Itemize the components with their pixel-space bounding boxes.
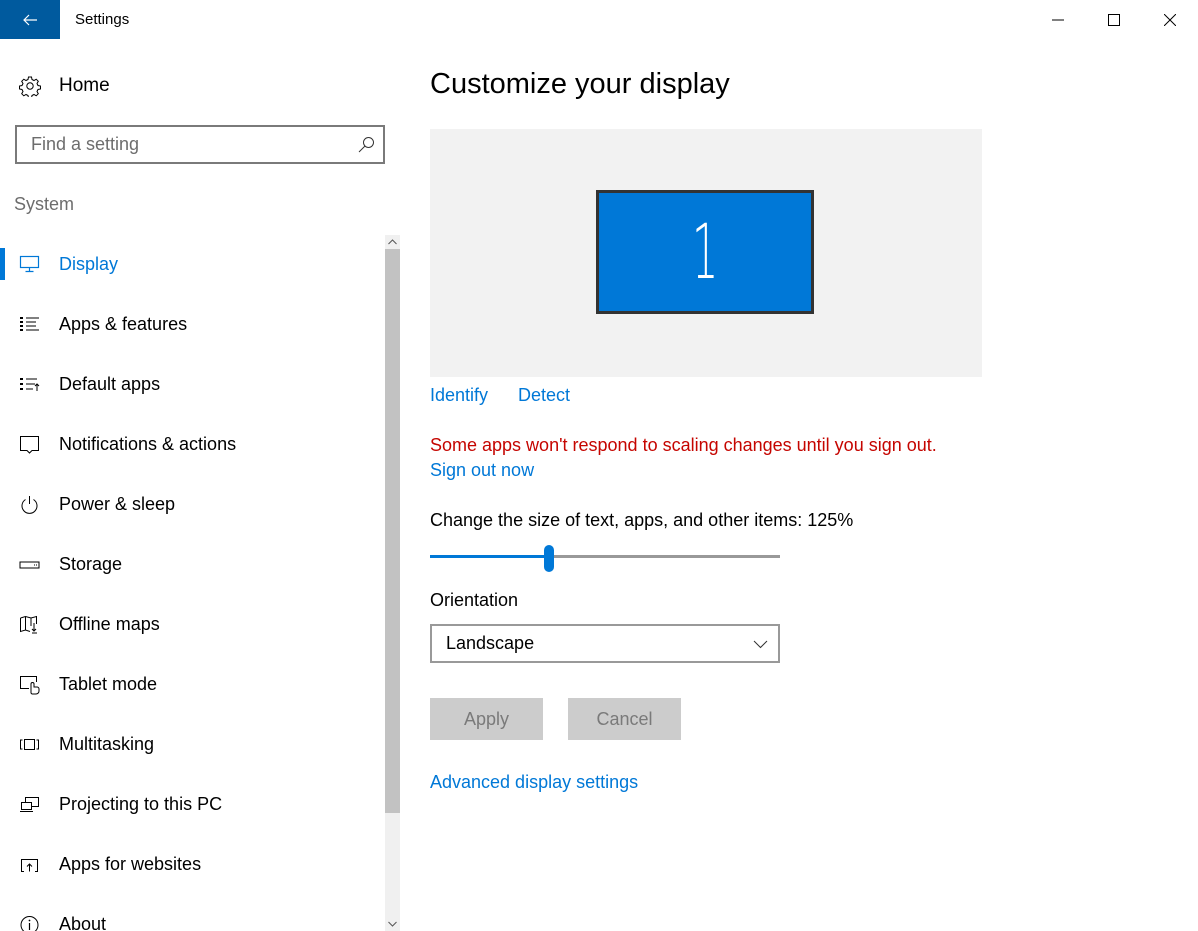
sidebar-item-default-apps[interactable]: Default apps (0, 355, 384, 415)
sidebar-item-notifications[interactable]: Notifications & actions (0, 415, 384, 475)
sidebar-item-tablet-mode[interactable]: Tablet mode (0, 655, 384, 715)
chevron-down-icon (753, 640, 768, 649)
sidebar-item-label: Storage (59, 554, 123, 574)
cancel-button[interactable]: Cancel (568, 698, 681, 740)
orientation-dropdown[interactable]: Landscape (430, 624, 780, 663)
back-arrow-icon (23, 14, 37, 25)
chevron-up-icon (388, 239, 397, 245)
scroll-thumb[interactable] (385, 249, 400, 813)
monitor-number: 1 (691, 207, 719, 296)
apps-for-websites-icon (21, 859, 38, 872)
sidebar-home[interactable]: Home (0, 66, 380, 106)
gear-icon (19, 76, 41, 97)
sidebar-item-apps-for-websites[interactable]: Apps for websites (0, 835, 384, 895)
sidebar-item-projecting[interactable]: Projecting to this PC (0, 775, 384, 835)
back-button[interactable] (0, 0, 60, 39)
slider-thumb[interactable] (544, 545, 554, 572)
sidebar-item-apps-features[interactable]: Apps & features (0, 295, 384, 355)
apply-button[interactable]: Apply (430, 698, 543, 740)
orientation-value: Landscape (446, 633, 535, 653)
search-icon[interactable] (358, 136, 375, 153)
sidebar-item-offline-maps[interactable]: Offline maps (0, 595, 384, 655)
info-icon (20, 916, 39, 931)
power-icon (21, 496, 38, 514)
sidebar-item-label: Notifications & actions (59, 434, 237, 454)
search-box (15, 125, 385, 164)
scale-label: Change the size of text, apps, and other… (430, 510, 854, 530)
sidebar-item-label: Projecting to this PC (59, 794, 223, 814)
sidebar-item-display[interactable]: Display (0, 235, 384, 295)
monitor-icon (19, 255, 40, 273)
sidebar-item-label: Tablet mode (59, 674, 158, 694)
notification-icon (20, 436, 39, 454)
sidebar-home-label: Home (59, 75, 110, 96)
minimize-button[interactable] (1030, 0, 1086, 39)
sidebar-nav: Display Apps & features Default apps Not… (0, 235, 384, 931)
maximize-icon (1108, 13, 1120, 26)
sidebar-item-multitasking[interactable]: Multitasking (0, 715, 384, 775)
minimize-icon (1052, 19, 1064, 20)
scroll-up-button[interactable] (385, 235, 400, 249)
identify-link[interactable]: Identify (430, 385, 488, 406)
chevron-down-icon (388, 921, 397, 927)
sidebar-item-label: Power & sleep (59, 494, 176, 514)
sidebar-item-label: Display (59, 254, 119, 274)
display-arrangement-area: 1 (430, 129, 982, 377)
sidebar-item-label: About (59, 914, 107, 931)
active-indicator (0, 248, 5, 280)
sidebar-item-label: Offline maps (59, 614, 160, 634)
sidebar-item-about[interactable]: About (0, 895, 384, 931)
page-title: Customize your display (430, 68, 730, 100)
app-title: Settings (75, 11, 130, 28)
sidebar-item-power-sleep[interactable]: Power & sleep (0, 475, 384, 535)
sign-out-link[interactable]: Sign out now (430, 460, 534, 481)
sidebar-item-label: Apps & features (59, 314, 188, 334)
scaling-warning: Some apps won't respond to scaling chang… (430, 435, 937, 455)
maximize-button[interactable] (1086, 0, 1142, 39)
section-label-system: System (14, 194, 75, 214)
orientation-label: Orientation (430, 590, 519, 610)
list-icon (20, 317, 39, 331)
search-input[interactable] (17, 127, 347, 162)
scroll-down-button[interactable] (385, 917, 400, 931)
sidebar-scrollbar[interactable] (385, 235, 400, 931)
sidebar-item-label: Apps for websites (59, 854, 202, 874)
slider-fill (430, 555, 549, 558)
title-bar: Settings (0, 0, 1198, 39)
monitor-tile[interactable]: 1 (596, 190, 814, 314)
detect-link[interactable]: Detect (518, 385, 570, 406)
advanced-display-settings-link[interactable]: Advanced display settings (430, 772, 638, 793)
sidebar-item-storage[interactable]: Storage (0, 535, 384, 595)
projecting-icon (20, 797, 39, 812)
tablet-mode-icon (20, 676, 40, 695)
multitasking-icon (20, 739, 39, 750)
scale-slider[interactable] (430, 545, 780, 572)
sidebar-item-label: Multitasking (59, 734, 155, 754)
close-icon (1164, 13, 1176, 26)
default-apps-icon (20, 378, 40, 391)
storage-icon (19, 561, 40, 569)
close-button[interactable] (1142, 0, 1198, 39)
map-icon (20, 615, 37, 634)
sidebar-item-label: Default apps (59, 374, 161, 394)
